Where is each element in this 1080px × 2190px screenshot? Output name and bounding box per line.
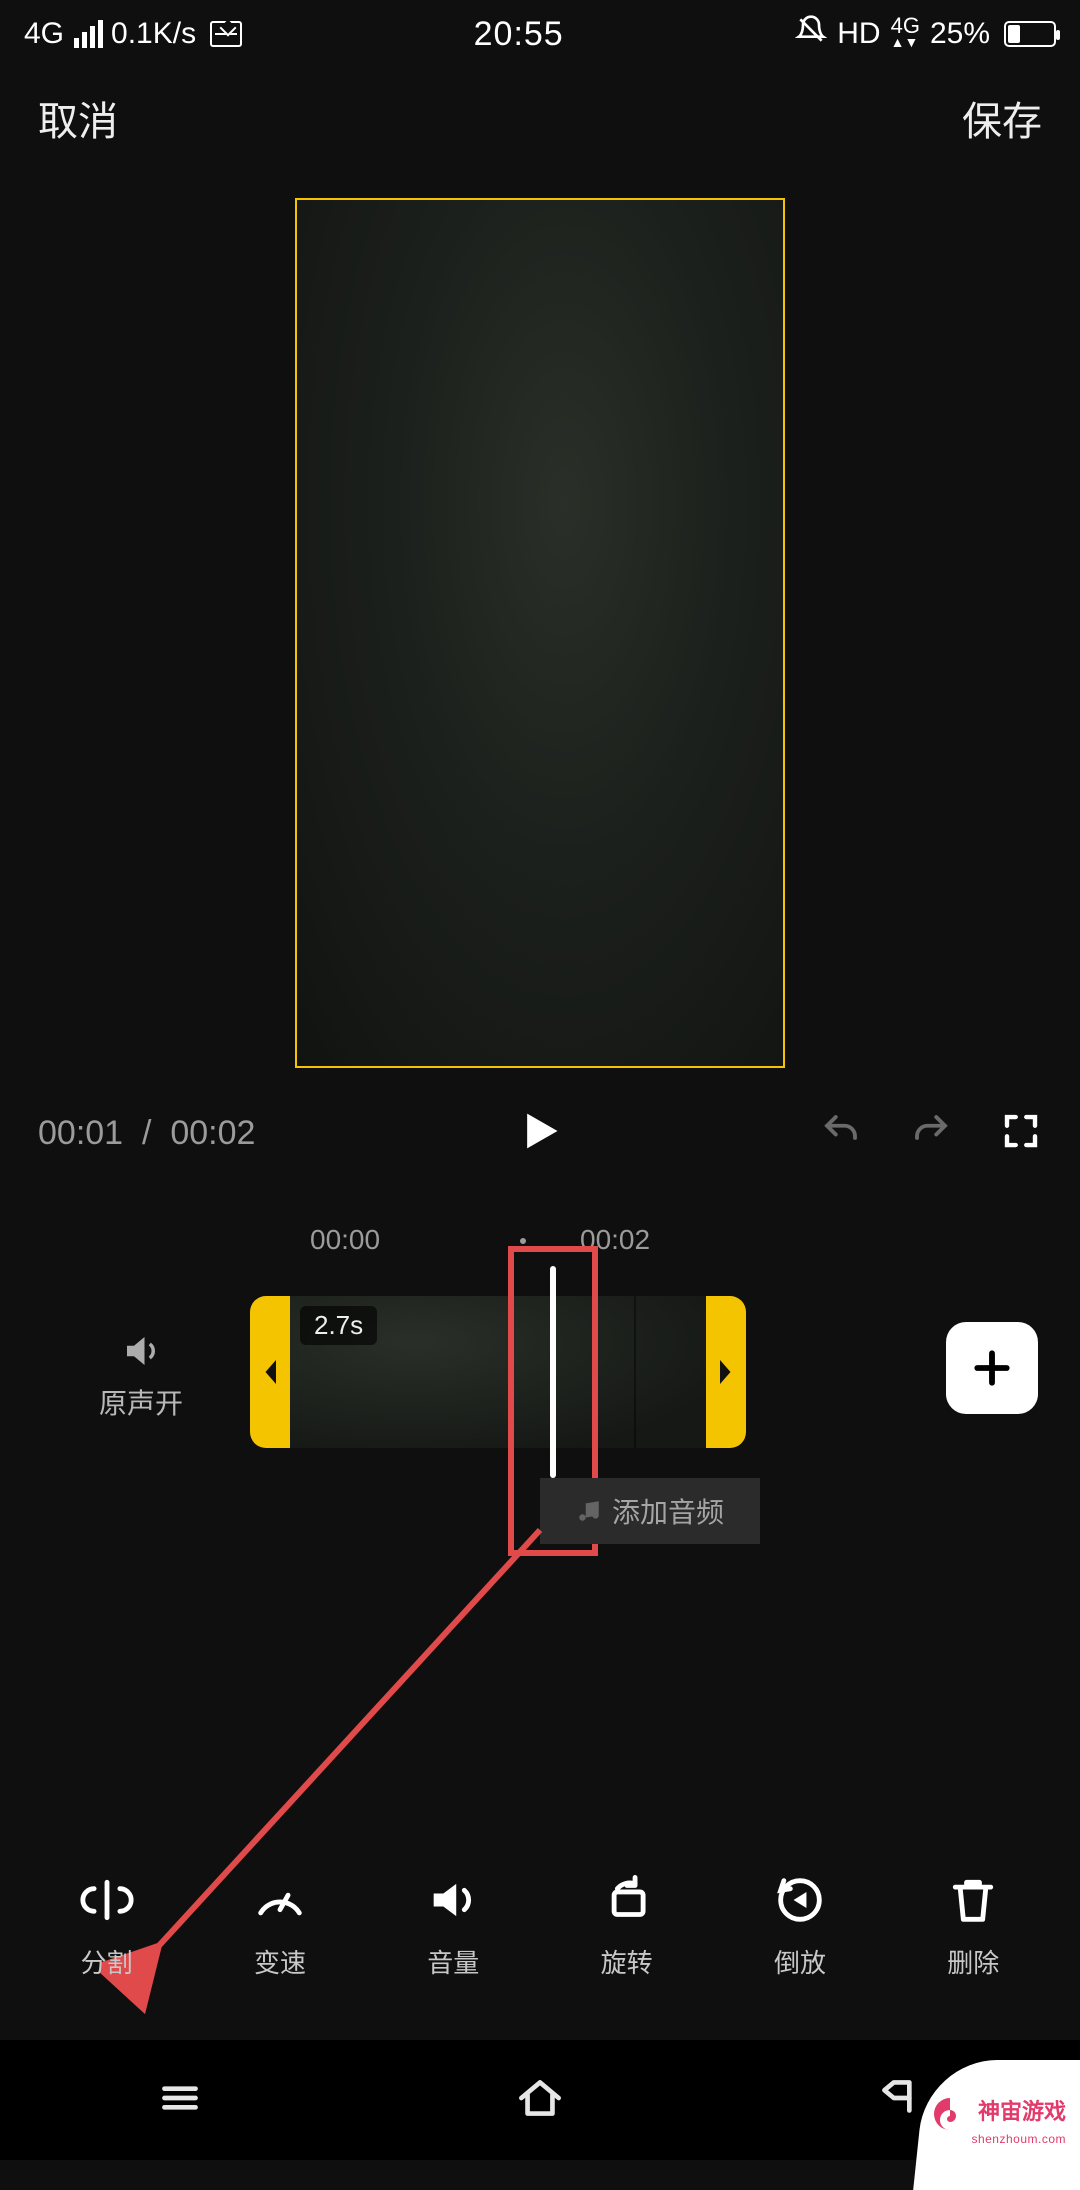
cancel-button[interactable]: 取消 xyxy=(38,89,118,147)
ruler-tick xyxy=(520,1238,526,1244)
tool-reverse[interactable]: 倒放 xyxy=(771,1871,829,1980)
tool-speed[interactable]: 变速 xyxy=(251,1871,309,1980)
music-note-icon xyxy=(576,1498,602,1524)
trim-handle-right[interactable] xyxy=(706,1296,746,1448)
total-time: 00:02 xyxy=(170,1114,255,1152)
reverse-icon xyxy=(771,1871,829,1929)
tool-split[interactable]: 分割 xyxy=(78,1871,136,1980)
nav-home-button[interactable] xyxy=(512,2070,568,2131)
battery-pct: 25% xyxy=(930,17,990,51)
status-left: 4G 0.1K/s xyxy=(24,17,242,51)
speaker-icon xyxy=(120,1330,162,1372)
data-label: 4G▲▼ xyxy=(891,19,920,49)
split-icon xyxy=(78,1871,136,1929)
battery-icon xyxy=(1004,21,1056,47)
playback-controls: 00:01 / 00:02 xyxy=(0,1068,1080,1178)
data-speed: 0.1K/s xyxy=(111,17,196,51)
status-right: HD 4G▲▼ 25% xyxy=(795,14,1056,54)
dnd-icon xyxy=(795,14,827,54)
add-audio-label: 添加音频 xyxy=(612,1491,724,1531)
mail-icon xyxy=(210,21,242,47)
tool-rotate[interactable]: 旋转 xyxy=(598,1871,656,1980)
video-preview[interactable] xyxy=(295,198,785,1068)
save-button[interactable]: 保存 xyxy=(962,89,1042,147)
status-bar: 4G 0.1K/s 20:55 HD 4G▲▼ 25% xyxy=(0,0,1080,68)
original-sound-toggle[interactable]: 原声开 xyxy=(86,1330,196,1422)
undo-button[interactable] xyxy=(820,1110,862,1157)
nav-menu-button[interactable] xyxy=(152,2070,208,2131)
top-actions: 取消 保存 xyxy=(0,68,1080,168)
hd-label: HD xyxy=(837,17,880,51)
play-button[interactable] xyxy=(512,1105,564,1162)
signal-icon xyxy=(74,20,103,48)
playhead[interactable] xyxy=(550,1266,556,1478)
trash-icon xyxy=(944,1871,1002,1929)
tool-volume[interactable]: 音量 xyxy=(424,1871,482,1980)
watermark-sub: shenzhoum.com xyxy=(971,2132,1066,2146)
watermark-logo-icon xyxy=(930,2094,970,2134)
redo-button[interactable] xyxy=(910,1110,952,1157)
clip-duration-badge: 2.7s xyxy=(300,1306,377,1345)
plus-icon xyxy=(970,1346,1014,1390)
time-display: 00:01 / 00:02 xyxy=(38,1114,255,1153)
ruler-start: 00:00 xyxy=(310,1224,380,1256)
clock: 20:55 xyxy=(242,15,795,54)
network-label: 4G xyxy=(24,17,64,51)
volume-icon xyxy=(424,1871,482,1929)
sound-label: 原声开 xyxy=(99,1382,183,1422)
clip-thumbnail[interactable]: 2.7s xyxy=(290,1296,706,1448)
current-time: 00:01 xyxy=(38,1114,123,1152)
rotate-icon xyxy=(598,1871,656,1929)
watermark-text: 神宙游戏 xyxy=(978,2094,1066,2126)
video-clip[interactable]: 2.7s xyxy=(250,1296,746,1448)
add-audio-button[interactable]: 添加音频 xyxy=(540,1478,760,1544)
fullscreen-button[interactable] xyxy=(1000,1110,1042,1157)
add-clip-button[interactable] xyxy=(946,1322,1038,1414)
speedometer-icon xyxy=(251,1871,309,1929)
trim-handle-left[interactable] xyxy=(250,1296,290,1448)
timeline-area: 原声开 2.7s 添加音频 xyxy=(0,1278,1080,1698)
watermark: 神宙游戏 shenzhoum.com xyxy=(920,2065,1080,2160)
tool-delete[interactable]: 删除 xyxy=(944,1871,1002,1980)
preview-area xyxy=(0,198,1080,1068)
toolbar: 分割 变速 音量 旋转 倒放 删除 xyxy=(0,1840,1080,2010)
